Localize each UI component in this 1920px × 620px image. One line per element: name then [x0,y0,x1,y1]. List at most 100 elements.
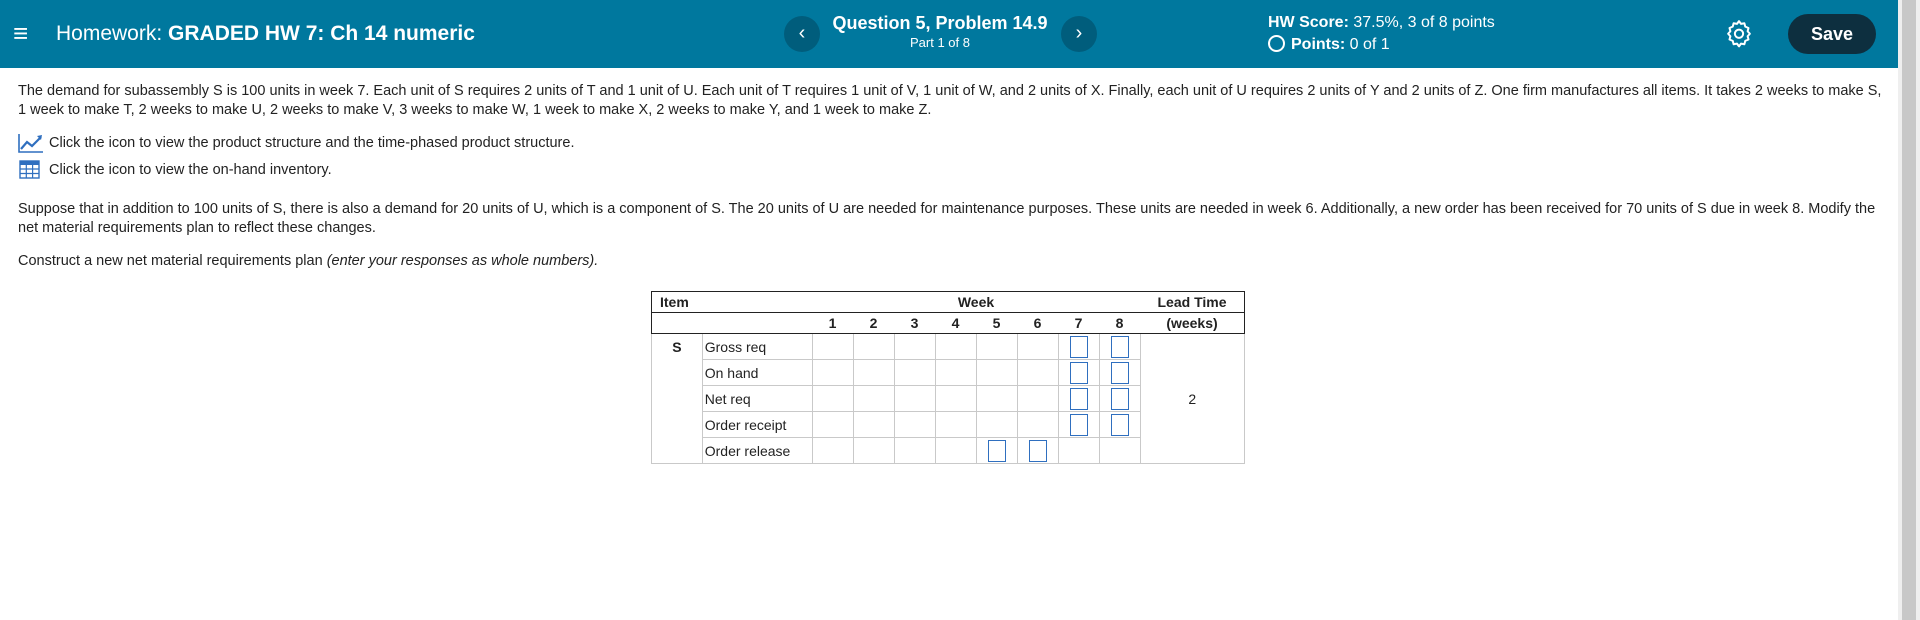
problem-content: The demand for subassembly S is 100 unit… [18,82,1888,271]
empty-cell [852,333,895,360]
lead-time-header: Lead Time [1140,291,1245,313]
instruction-note: (enter your responses as whole numbers). [326,253,599,269]
lead-time-unit: (weeks) [1140,312,1245,334]
table-icon[interactable] [18,159,44,181]
empty-cell [975,333,1018,360]
row-label: Order receipt [701,411,813,438]
top-bar: ≡ Homework: GRADED HW 7: Ch 14 numeric ‹… [0,0,1898,68]
menu-icon[interactable]: ≡ [13,20,28,46]
empty-cell [975,359,1018,386]
gross-req-week-8-input[interactable] [1110,335,1129,358]
scrollbar[interactable] [1898,0,1920,620]
empty-cell [852,359,895,386]
scrollbar-thumb[interactable] [1902,0,1916,620]
empty-cell [811,333,854,360]
empty-cell [811,359,854,386]
item-name: S [651,333,703,464]
instruction: Construct a new net material requirement… [18,252,1888,271]
chart-icon[interactable] [18,132,44,154]
empty-cell [934,437,977,464]
next-question-button[interactable]: › [1061,16,1097,52]
points-value: 0 of 1 [1349,36,1390,53]
empty-cell [852,411,895,438]
points: Points: 0 of 1 [1268,35,1390,54]
inventory-link-text[interactable]: Click the icon to view the on-hand inven… [49,161,332,180]
order-receipt-week-7-input[interactable] [1069,413,1088,436]
instruction-text: Construct a new net material requirement… [18,253,323,269]
gear-icon[interactable] [1724,18,1754,48]
empty-cell [934,333,977,360]
input-cell [1098,333,1141,360]
empty-cell [811,437,854,464]
order-receipt-week-8-input[interactable] [1110,413,1129,436]
empty-cell [1016,411,1059,438]
homework-label: Homework: [56,22,163,45]
input-cell [1016,437,1059,464]
mrp-table: Item Week Lead Time 1 2 3 4 5 6 7 8 (wee… [651,291,1245,464]
gross-req-week-7-input[interactable] [1069,335,1088,358]
empty-cell [1016,333,1059,360]
on-hand-week-7-input[interactable] [1069,361,1088,384]
input-cell [1057,385,1100,412]
input-cell [1057,359,1100,386]
empty-cell [1057,437,1100,464]
question-title: Question 5, Problem 14.9 [832,13,1048,33]
mrp-header-row-2: 1 2 3 4 5 6 7 8 (weeks) [651,312,1245,334]
week-label: 2 [853,312,894,334]
empty-cell [934,385,977,412]
structure-link-row[interactable]: Click the icon to view the product struc… [18,132,1888,154]
empty-cell [852,385,895,412]
empty-cell [1098,437,1141,464]
on-hand-week-8-input[interactable] [1110,361,1129,384]
empty-cell [893,385,936,412]
question-part: Part 1 of 8 [910,35,970,50]
table-row: S Gross req 2 [651,333,1245,464]
input-cell [1098,359,1141,386]
structure-link-text[interactable]: Click the icon to view the product struc… [49,134,574,153]
hw-score: HW Score: 37.5%, 3 of 8 points [1268,14,1495,32]
input-cell [1057,333,1100,360]
input-cell [1057,411,1100,438]
lead-time-value: 2 [1139,333,1245,464]
hw-score-label: HW Score: [1268,14,1349,31]
row-label: Gross req [701,333,813,360]
empty-cell [811,411,854,438]
week-label: 5 [976,312,1017,334]
empty-cell [811,385,854,412]
week-label: 7 [1058,312,1099,334]
empty-cell [1016,359,1059,386]
week-label: 8 [1099,312,1140,334]
week-label: 4 [935,312,976,334]
order-release-week-6-input[interactable] [1028,439,1047,462]
save-button[interactable]: Save [1788,14,1876,54]
problem-scenario: Suppose that in addition to 100 units of… [18,201,1876,236]
hw-score-value: 37.5%, 3 of 8 points [1353,14,1495,31]
week-label: 1 [812,312,853,334]
homework-title: Homework: GRADED HW 7: Ch 14 numeric [56,22,475,46]
blank-header [651,312,812,334]
chevron-right-icon: › [1075,22,1083,44]
radio-icon [1268,35,1285,52]
week-label: 3 [894,312,935,334]
item-header: Item [651,291,812,313]
row-label: Net req [701,385,813,412]
row-label: On hand [701,359,813,386]
net-req-week-8-input[interactable] [1110,387,1129,410]
problem-intro: The demand for subassembly S is 100 unit… [18,83,1882,118]
empty-cell [893,333,936,360]
empty-cell [975,385,1018,412]
order-release-week-5-input[interactable] [987,439,1006,462]
input-cell [1098,385,1141,412]
row-label: Order release [701,437,813,464]
empty-cell [852,437,895,464]
homework-name: GRADED HW 7: Ch 14 numeric [168,22,475,45]
week-label: 6 [1017,312,1058,334]
empty-cell [934,411,977,438]
mrp-header-row-1: Item Week Lead Time [651,291,1245,313]
points-label: Points: [1291,36,1346,53]
empty-cell [893,359,936,386]
net-req-week-7-input[interactable] [1069,387,1088,410]
empty-cell [934,359,977,386]
inventory-link-row[interactable]: Click the icon to view the on-hand inven… [18,159,1888,181]
empty-cell [1016,385,1059,412]
